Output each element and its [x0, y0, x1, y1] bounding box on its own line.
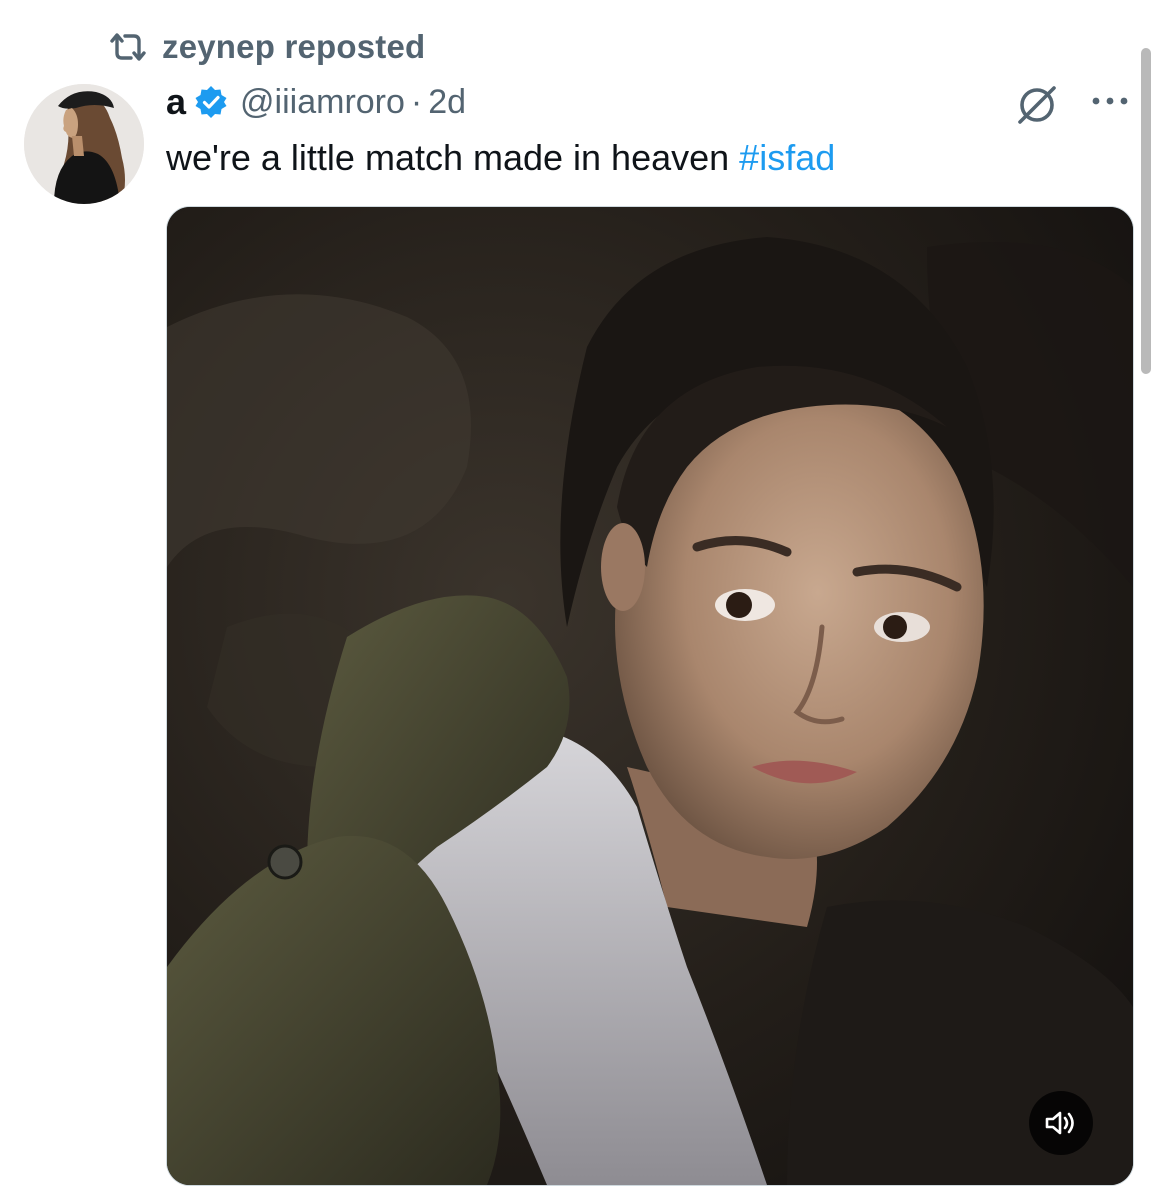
tweet-text: we're a little match made in heaven #isf… [166, 134, 835, 182]
more-icon[interactable] [1088, 86, 1132, 116]
timestamp[interactable]: 2d [428, 83, 466, 122]
video-player[interactable] [166, 206, 1134, 1186]
hashtag-link[interactable]: #isfad [739, 137, 835, 178]
verified-badge-icon[interactable] [194, 84, 230, 120]
user-handle[interactable]: @iiiamroro [240, 83, 405, 122]
video-frame [167, 207, 1133, 1185]
repost-context[interactable]: zeynep reposted [108, 26, 425, 68]
tweet-text-body: we're a little match made in heaven [166, 137, 740, 178]
repost-label: zeynep reposted [162, 28, 426, 65]
display-name[interactable]: a [166, 81, 186, 123]
scrollbar[interactable] [1141, 48, 1151, 374]
separator-dot: · [410, 82, 423, 121]
tweet-page: zeynep reposted a @iiiamroro · 2d we're … [0, 0, 1158, 1200]
avatar[interactable] [24, 84, 144, 204]
grok-icon[interactable] [1014, 82, 1060, 128]
volume-icon[interactable] [1029, 1091, 1093, 1155]
tweet-header: a @iiiamroro · 2d [166, 80, 466, 124]
repost-icon [108, 27, 152, 67]
